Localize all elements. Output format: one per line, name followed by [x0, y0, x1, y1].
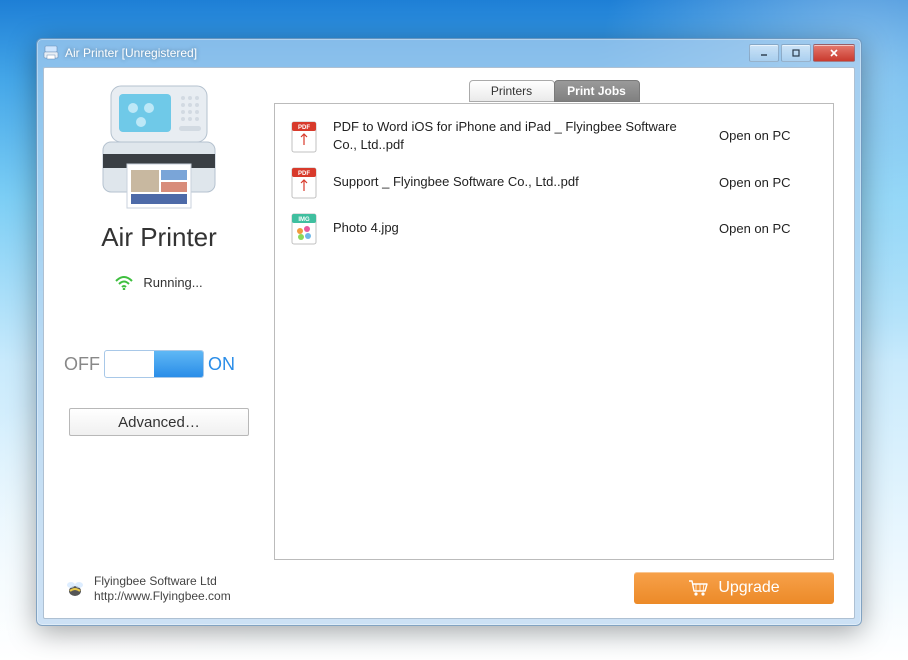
maximize-button[interactable] [781, 44, 811, 62]
cart-icon [688, 579, 708, 597]
footer-url[interactable]: http://www.Flyingbee.com [94, 589, 231, 604]
main-panel: Printers Print Jobs PDF PDF to Word iOS … [274, 80, 834, 604]
job-action-link[interactable]: Open on PC [719, 175, 819, 190]
bee-icon [64, 578, 86, 600]
tab-print-jobs[interactable]: Print Jobs [554, 80, 640, 102]
tabbar: Printers Print Jobs [274, 80, 834, 104]
tab-printers[interactable]: Printers [469, 80, 555, 102]
advanced-button[interactable]: Advanced… [69, 408, 249, 436]
power-toggle[interactable] [104, 350, 204, 378]
upgrade-button[interactable]: Upgrade [634, 572, 834, 604]
power-toggle-row: OFF ON [64, 350, 254, 378]
upgrade-label: Upgrade [718, 579, 779, 597]
app-name: Air Printer [101, 222, 217, 253]
job-row[interactable]: PDF PDF to Word iOS for iPhone and iPad … [289, 112, 819, 159]
footer: Flyingbee Software Ltd http://www.Flying… [64, 574, 231, 604]
titlebar[interactable]: Air Printer [Unregistered] [37, 39, 861, 67]
sidebar: Air Printer Running... OFF ON [64, 80, 254, 604]
window-title: Air Printer [Unregistered] [65, 46, 197, 60]
image-file-icon: IMG [289, 211, 319, 245]
toggle-off-label: OFF [64, 354, 100, 375]
job-action-link[interactable]: Open on PC [719, 128, 819, 143]
job-action-link[interactable]: Open on PC [719, 221, 819, 236]
wifi-icon [115, 276, 133, 290]
job-filename: PDF to Word iOS for iPhone and iPad _ Fl… [333, 118, 705, 153]
job-row[interactable]: IMG Photo 4.jpg Open on PC [289, 205, 819, 251]
svg-text:PDF: PDF [298, 125, 310, 131]
job-filename: Support _ Flyingbee Software Co., Ltd..p… [333, 173, 705, 191]
toggle-on-label: ON [208, 354, 235, 375]
app-window: Air Printer [Unregistered] [36, 38, 862, 626]
job-filename: Photo 4.jpg [333, 219, 705, 237]
printer-icon [89, 80, 229, 220]
status-label: Running... [143, 275, 202, 290]
job-row[interactable]: PDF Support _ Flyingbee Software Co., Lt… [289, 159, 819, 205]
app-icon [43, 45, 59, 61]
close-button[interactable] [813, 44, 855, 62]
pdf-file-icon: PDF [289, 165, 319, 199]
client-area: Air Printer Running... OFF ON [43, 67, 855, 619]
svg-text:IMG: IMG [298, 217, 310, 223]
status-row: Running... [115, 275, 202, 290]
footer-company: Flyingbee Software Ltd [94, 574, 231, 589]
print-jobs-list: PDF PDF to Word iOS for iPhone and iPad … [274, 103, 834, 560]
svg-text:PDF: PDF [298, 171, 310, 177]
caption-buttons [747, 44, 855, 62]
pdf-file-icon: PDF [289, 119, 319, 153]
minimize-button[interactable] [749, 44, 779, 62]
